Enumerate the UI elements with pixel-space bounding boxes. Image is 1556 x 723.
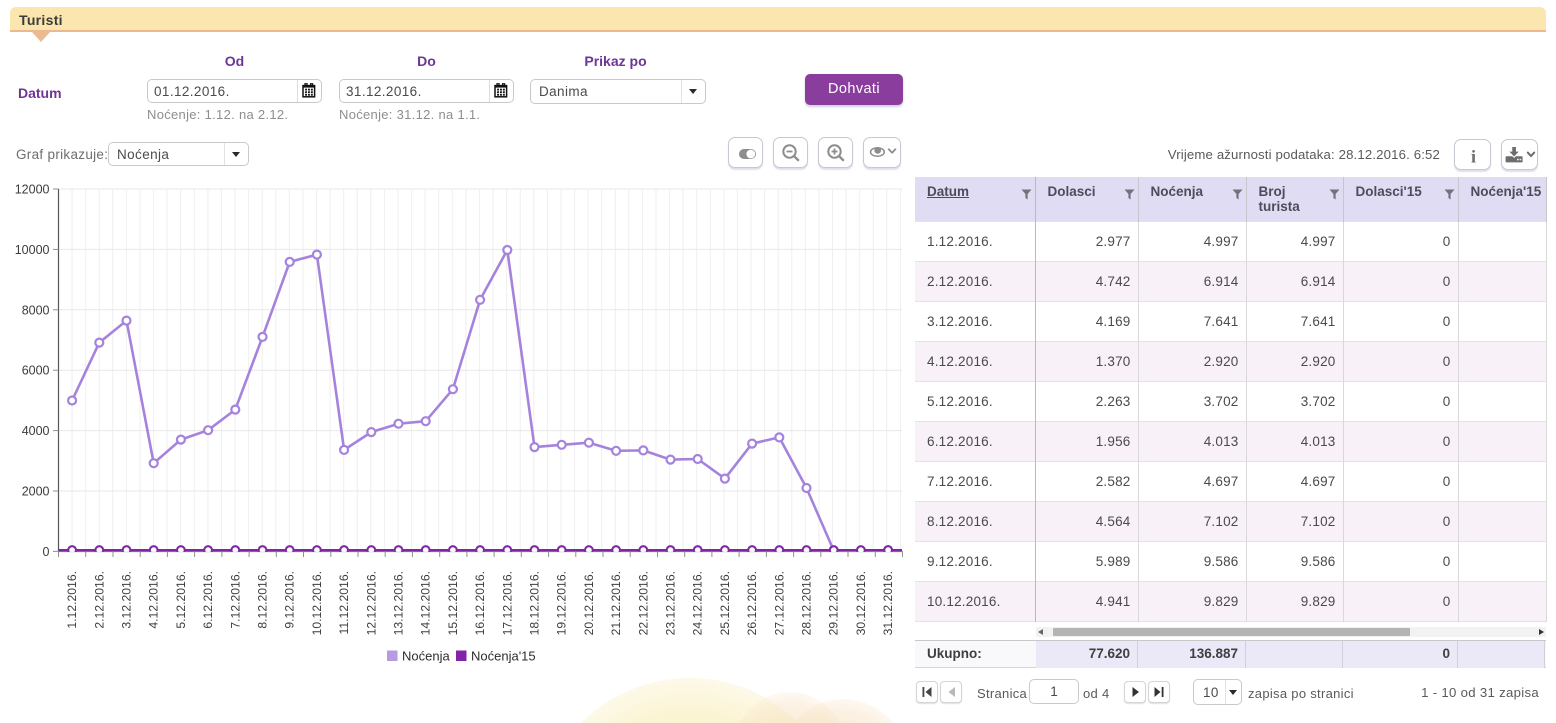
svg-text:7.12.2016.: 7.12.2016. bbox=[228, 571, 242, 629]
svg-text:8000: 8000 bbox=[22, 303, 50, 317]
svg-text:6.12.2016.: 6.12.2016. bbox=[201, 571, 215, 629]
svg-text:31.12.2016.: 31.12.2016. bbox=[881, 571, 895, 635]
svg-text:Noćenja'15: Noćenja'15 bbox=[471, 649, 536, 664]
svg-text:21.12.2016.: 21.12.2016. bbox=[609, 571, 623, 635]
svg-text:20.12.2016.: 20.12.2016. bbox=[582, 571, 596, 635]
svg-text:16.12.2016.: 16.12.2016. bbox=[473, 571, 487, 635]
svg-text:1.12.2016.: 1.12.2016. bbox=[65, 571, 79, 629]
svg-text:11.12.2016.: 11.12.2016. bbox=[337, 571, 351, 634]
svg-text:13.12.2016.: 13.12.2016. bbox=[392, 571, 406, 635]
svg-text:24.12.2016.: 24.12.2016. bbox=[691, 571, 705, 635]
svg-text:23.12.2016.: 23.12.2016. bbox=[664, 571, 678, 635]
svg-text:10.12.2016.: 10.12.2016. bbox=[310, 571, 324, 635]
svg-text:15.12.2016.: 15.12.2016. bbox=[446, 571, 460, 635]
svg-text:14.12.2016.: 14.12.2016. bbox=[419, 571, 433, 635]
svg-text:Noćenja: Noćenja bbox=[402, 649, 450, 664]
svg-text:10000: 10000 bbox=[15, 243, 50, 257]
svg-text:2000: 2000 bbox=[22, 485, 50, 499]
svg-text:4.12.2016.: 4.12.2016. bbox=[147, 571, 161, 629]
svg-text:3.12.2016.: 3.12.2016. bbox=[120, 571, 134, 629]
svg-text:25.12.2016.: 25.12.2016. bbox=[718, 571, 732, 635]
svg-text:12.12.2016.: 12.12.2016. bbox=[364, 571, 378, 635]
svg-text:0: 0 bbox=[43, 545, 50, 559]
svg-text:19.12.2016.: 19.12.2016. bbox=[555, 571, 569, 635]
svg-text:18.12.2016.: 18.12.2016. bbox=[528, 571, 542, 635]
svg-text:28.12.2016.: 28.12.2016. bbox=[800, 571, 814, 635]
svg-text:12000: 12000 bbox=[15, 183, 50, 197]
svg-text:17.12.2016.: 17.12.2016. bbox=[500, 571, 514, 635]
svg-text:26.12.2016.: 26.12.2016. bbox=[745, 571, 759, 635]
svg-text:5.12.2016.: 5.12.2016. bbox=[174, 571, 188, 629]
svg-text:8.12.2016.: 8.12.2016. bbox=[256, 571, 270, 629]
svg-text:30.12.2016.: 30.12.2016. bbox=[854, 571, 868, 635]
svg-text:22.12.2016.: 22.12.2016. bbox=[636, 571, 650, 635]
svg-text:6000: 6000 bbox=[22, 364, 50, 378]
svg-text:9.12.2016.: 9.12.2016. bbox=[283, 571, 297, 629]
svg-text:29.12.2016.: 29.12.2016. bbox=[827, 571, 841, 635]
svg-text:4000: 4000 bbox=[22, 424, 50, 438]
svg-text:2.12.2016.: 2.12.2016. bbox=[92, 571, 106, 629]
svg-text:27.12.2016.: 27.12.2016. bbox=[772, 571, 786, 635]
